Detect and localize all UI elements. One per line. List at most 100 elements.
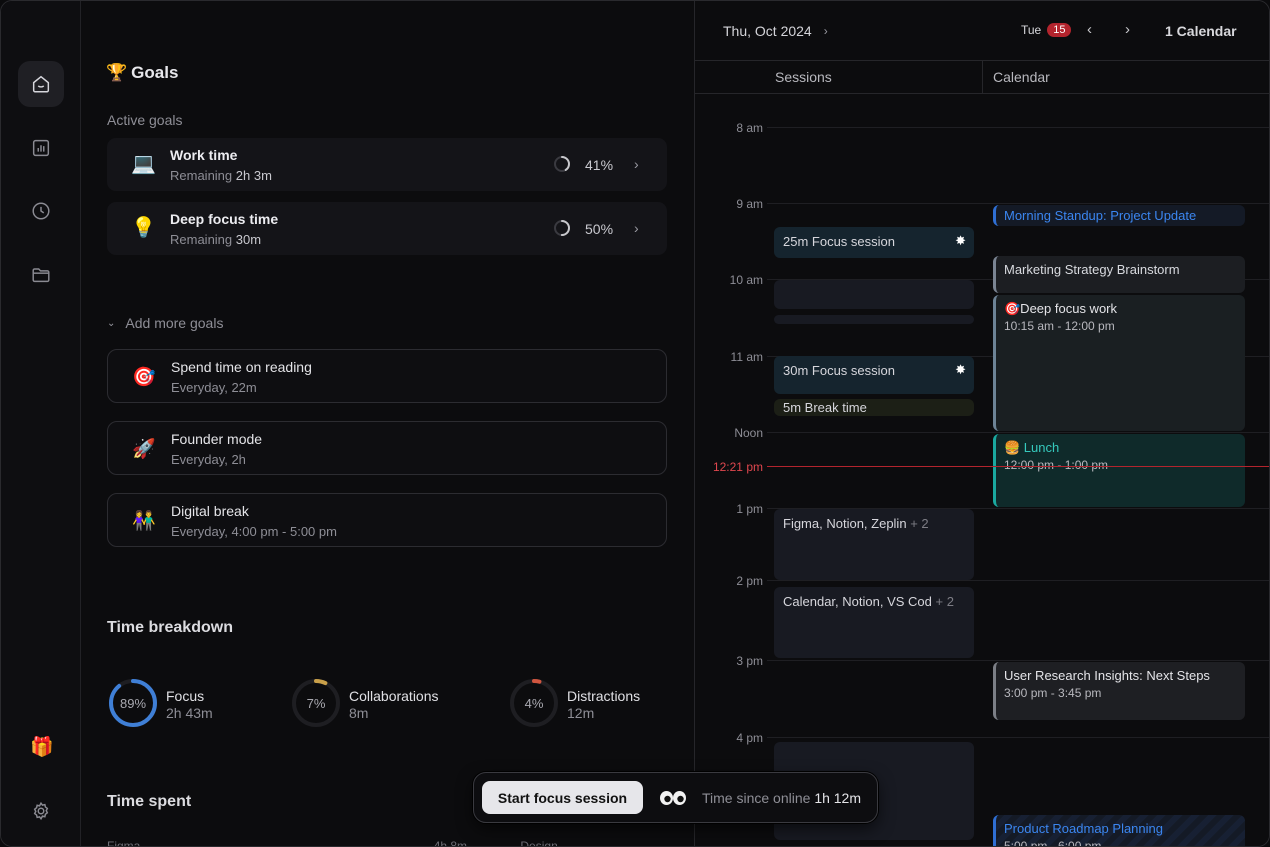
progress-ring-icon [554,220,570,236]
gear-icon [33,801,49,821]
chevron-down-icon: ⌄ [107,317,116,329]
breakdown-name: Collaborations [349,688,439,704]
calendar-event[interactable]: User Research Insights: Next Steps 3:00 … [993,662,1245,720]
time-breakdown-heading: Time breakdown [107,619,233,636]
suggested-goal-founder-mode[interactable]: 🚀 Founder mode Everyday, 2h [107,421,667,475]
folder-icon [32,268,50,283]
calendar-panel: Thu, Oct 2024 › Tue 15 ‹ › 1 Calendar Se… [694,1,1269,846]
sidebar-item-home[interactable] [18,61,64,107]
hour-label: 11 am [730,350,763,364]
current-time-line [767,466,1269,467]
current-time-label: 12:21 pm [712,460,763,474]
breakdown-value: 8m [349,705,369,721]
hour-line [767,127,1269,128]
breakdown-value: 12m [567,705,595,721]
session-block[interactable]: 25m Focus session ✸ [774,227,974,258]
time-spent-heading: Time spent [107,793,192,810]
calendar-event[interactable]: 🎯Deep focus work 10:15 am - 12:00 pm [993,295,1245,431]
progress-ring-icon [554,156,570,172]
hour-line [767,203,1269,204]
hour-line [767,580,1269,581]
suggestion-subtitle: Everyday, 2h [171,452,246,467]
app-window: 🎁 🏆 Goals Active goals 💻 Work time Remai… [0,0,1270,847]
goal-remaining: Remaining 30m [170,232,262,247]
session-block[interactable]: Figma, Notion, Zeplin + 2 [774,509,974,580]
calendar-event[interactable]: 🍔 Lunch 12:00 pm - 1:00 pm [993,434,1245,507]
goal-percent: 41% [585,157,614,173]
next-day-button[interactable]: › [1125,21,1130,38]
hour-line [767,737,1269,738]
goal-card-work-time[interactable]: 💻 Work time Remaining 2h 3m 41% › [107,138,667,191]
calendar-event[interactable]: Morning Standup: Project Update [993,205,1245,226]
sidebar-item-projects[interactable] [18,252,64,298]
add-more-goals-toggle[interactable]: ⌄ Add more goals [107,315,223,331]
hour-label: 9 am [736,197,763,211]
hour-label: 1 pm [736,502,763,516]
date-picker[interactable]: Thu, Oct 2024 › [723,23,828,39]
home-icon [32,75,50,93]
session-block[interactable]: 5m Break time [774,399,974,416]
sparkle-icon: ✸ [955,233,966,248]
calendar-count-button[interactable]: 1 Calendar [1165,23,1237,39]
active-goals-label: Active goals [107,112,183,128]
breakdown-name: Distractions [567,688,641,704]
suggestion-subtitle: Everyday, 22m [171,380,257,395]
laptop-icon: 💻 [131,153,156,175]
gift-icon[interactable]: 🎁 [30,737,54,759]
calendar-event[interactable]: Marketing Strategy Brainstorm [993,256,1245,293]
suggested-goal-digital-break[interactable]: 👫 Digital break Everyday, 4:00 pm - 5:00… [107,493,667,547]
breakdown-name: Focus [166,688,205,704]
settings-button[interactable] [18,788,64,834]
rocket-icon: 🚀 [132,439,156,460]
sidebar-item-history[interactable] [18,188,64,234]
session-block[interactable] [774,280,974,309]
focus-session-bar: Start focus session Time since online 1h… [473,772,878,823]
time-since-online: Time since online 1h 12m [702,790,862,806]
suggestion-title: Digital break [171,503,249,519]
suggestion-subtitle: Everyday, 4:00 pm - 5:00 pm [171,524,337,539]
clock-icon [32,202,50,220]
goal-remaining: Remaining 2h 3m [170,168,272,183]
breakdown-percent: 7% [306,695,326,711]
eyes-icon [660,791,686,805]
people-icon: 👫 [132,511,156,532]
start-focus-session-button[interactable]: Start focus session [482,781,643,814]
goal-percent: 50% [585,221,614,237]
previous-day-button[interactable]: ‹ [1087,21,1092,38]
chevron-right-icon: › [823,24,828,38]
goal-title: Deep focus time [170,211,279,227]
session-block[interactable]: Calendar, Notion, VS Cod + 2 [774,587,974,658]
goals-panel: 🏆 Goals Active goals 💻 Work time Remaini… [82,1,693,847]
hour-label: 3 pm [736,654,763,668]
session-block[interactable] [774,315,974,324]
hour-line [767,432,1269,433]
sparkle-icon: ✸ [955,362,966,377]
goal-title: Work time [170,147,238,163]
session-block[interactable]: 30m Focus session ✸ [774,356,974,394]
sidebar: 🎁 [1,1,81,846]
chevron-right-icon[interactable]: › [634,156,639,172]
today-date-badge: 15 [1047,23,1072,37]
hour-label: 2 pm [736,574,763,588]
suggestion-title: Founder mode [171,431,263,447]
goal-card-deep-focus[interactable]: 💡 Deep focus time Remaining 30m 50% › [107,202,667,255]
hour-label: 10 am [729,273,763,287]
calendar-toolbar: Thu, Oct 2024 › Tue 15 ‹ › 1 Calendar [695,1,1269,61]
sidebar-item-reports[interactable] [18,125,64,171]
trophy-icon: 🏆 [106,63,128,82]
lightbulb-icon: 💡 [131,217,156,239]
sessions-column-header: Sessions [695,61,983,94]
suggested-goal-reading[interactable]: 🎯 Spend time on reading Everyday, 22m [107,349,667,403]
time-spent-row: Figma 4h 8m Design [107,839,558,847]
hour-label: 4 pm [736,731,763,745]
chevron-right-icon[interactable]: › [634,220,639,236]
hour-label: Noon [734,426,763,440]
suggestion-title: Spend time on reading [171,359,312,375]
calendar-event[interactable]: Product Roadmap Planning 5:00 pm - 6:00 … [993,815,1245,846]
breakdown-percent: 4% [524,695,544,711]
today-button[interactable]: Tue 15 [1021,23,1072,37]
chart-icon [32,139,50,157]
calendar-column-header: Calendar [983,61,1269,94]
goals-heading: 🏆 Goals [106,63,179,82]
hour-line [767,660,1269,661]
